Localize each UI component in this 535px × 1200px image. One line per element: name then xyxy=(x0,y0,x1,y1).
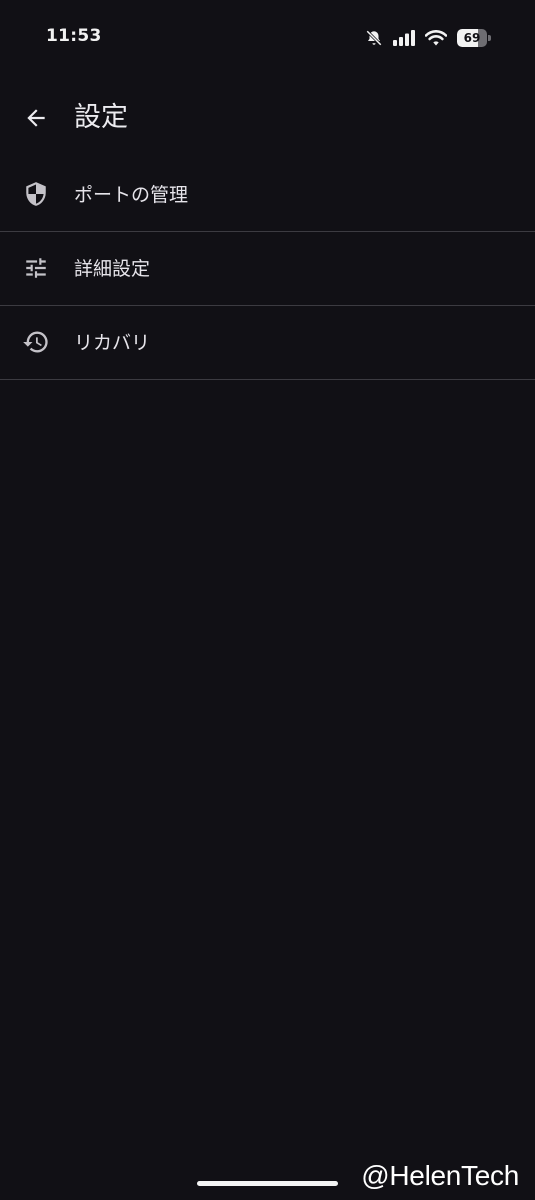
settings-item-label: 詳細設定 xyxy=(74,258,151,280)
tune-sliders-icon xyxy=(22,254,50,282)
cellular-signal-icon xyxy=(393,30,415,46)
page-title: 設定 xyxy=(74,102,128,133)
settings-item-label: ポートの管理 xyxy=(74,184,189,206)
home-indicator[interactable] xyxy=(197,1181,338,1186)
settings-item-label: リカバリ xyxy=(74,332,151,354)
arrow-back-icon xyxy=(27,109,45,127)
status-icons: 69 xyxy=(365,28,491,48)
settings-item-recovery[interactable]: リカバリ xyxy=(0,306,535,380)
wifi-icon xyxy=(425,30,447,46)
back-button[interactable] xyxy=(18,100,54,136)
status-bar: 11:53 69 xyxy=(0,0,535,76)
settings-item-advanced[interactable]: 詳細設定 xyxy=(0,232,535,306)
history-restore-icon xyxy=(22,328,50,356)
battery-icon: 69 xyxy=(457,29,491,47)
settings-item-port-management[interactable]: ポートの管理 xyxy=(0,158,535,232)
settings-list: ポートの管理 詳細設定 リカバリ xyxy=(0,158,535,380)
status-time: 11:53 xyxy=(46,26,102,46)
app-bar: 設定 xyxy=(0,86,535,150)
shield-icon xyxy=(22,180,50,208)
watermark: @HelenTech xyxy=(361,1160,519,1191)
battery-level: 69 xyxy=(463,31,481,45)
mute-icon xyxy=(365,29,383,47)
